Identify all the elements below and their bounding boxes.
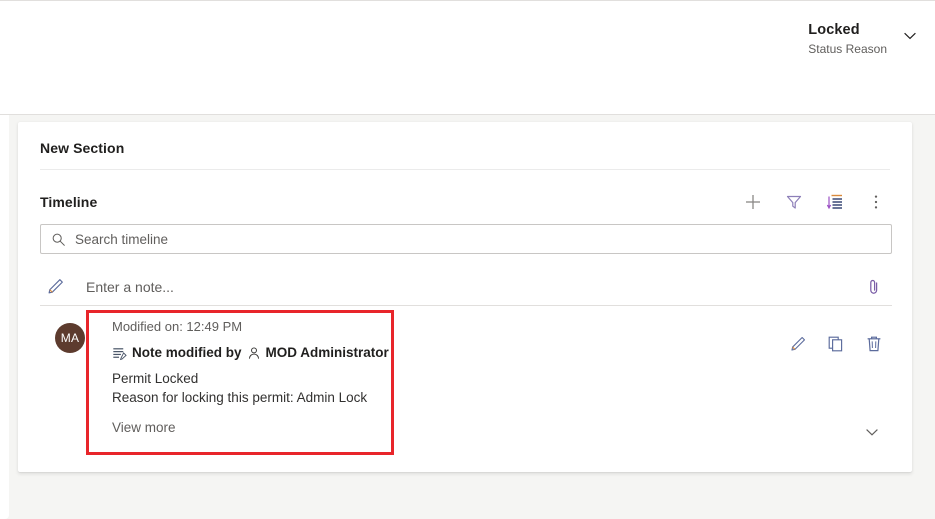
left-rail [0,115,9,519]
paperclip-icon[interactable] [860,273,888,301]
expand-item-chevron-down-icon[interactable] [858,418,886,446]
pencil-icon [46,277,72,296]
record-header: Locked Status Reason [0,0,935,115]
subject-prefix: Note modified by [132,345,242,360]
modified-by-user: MOD Administrator [265,345,389,360]
modified-on-text: Modified on: 12:49 PM [112,319,243,334]
copy-note-button[interactable] [822,330,850,358]
timeline-item-subject: Note modified by MOD Administrator [112,344,812,362]
section-divider [40,169,890,170]
section-title: New Section [40,140,125,156]
status-reason-label: Status Reason [808,42,887,56]
edit-note-button[interactable] [784,330,812,358]
avatar: MA [55,323,85,353]
timeline-item-actions [784,330,888,358]
delete-note-button[interactable] [860,330,888,358]
note-line: Permit Locked [112,371,199,386]
add-record-button[interactable] [739,188,767,216]
search-timeline-input[interactable] [75,226,891,252]
app-screen: Locked Status Reason New Section Timelin… [0,0,935,519]
timeline-toolbar [739,188,890,216]
filter-button[interactable] [780,188,808,216]
search-timeline-box[interactable] [40,224,892,254]
note-line: Reason for locking this permit: Admin Lo… [112,390,368,405]
status-chevron-down-icon[interactable] [897,23,923,49]
timeline-item[interactable]: MA Modified on: 12:49 PM Note modified b [40,318,896,452]
sort-button[interactable] [821,188,849,216]
note-entry-row[interactable] [40,268,892,306]
person-icon [247,346,261,360]
note-icon [112,346,127,361]
view-more-link[interactable]: View more [112,420,176,435]
note-entry-input[interactable] [86,274,860,299]
timeline-title: Timeline [40,194,98,210]
status-reason-value: Locked [808,22,860,38]
search-icon [51,232,66,247]
form-section-card: New Section Timeline Search timeline Ent… [18,122,912,472]
more-commands-button[interactable] [862,188,890,216]
timeline-header: Timeline [40,188,890,218]
timeline-item-body: Modified on: 12:49 PM Note modified by M… [112,318,812,437]
status-reason-block[interactable]: Locked Status Reason [808,21,887,58]
